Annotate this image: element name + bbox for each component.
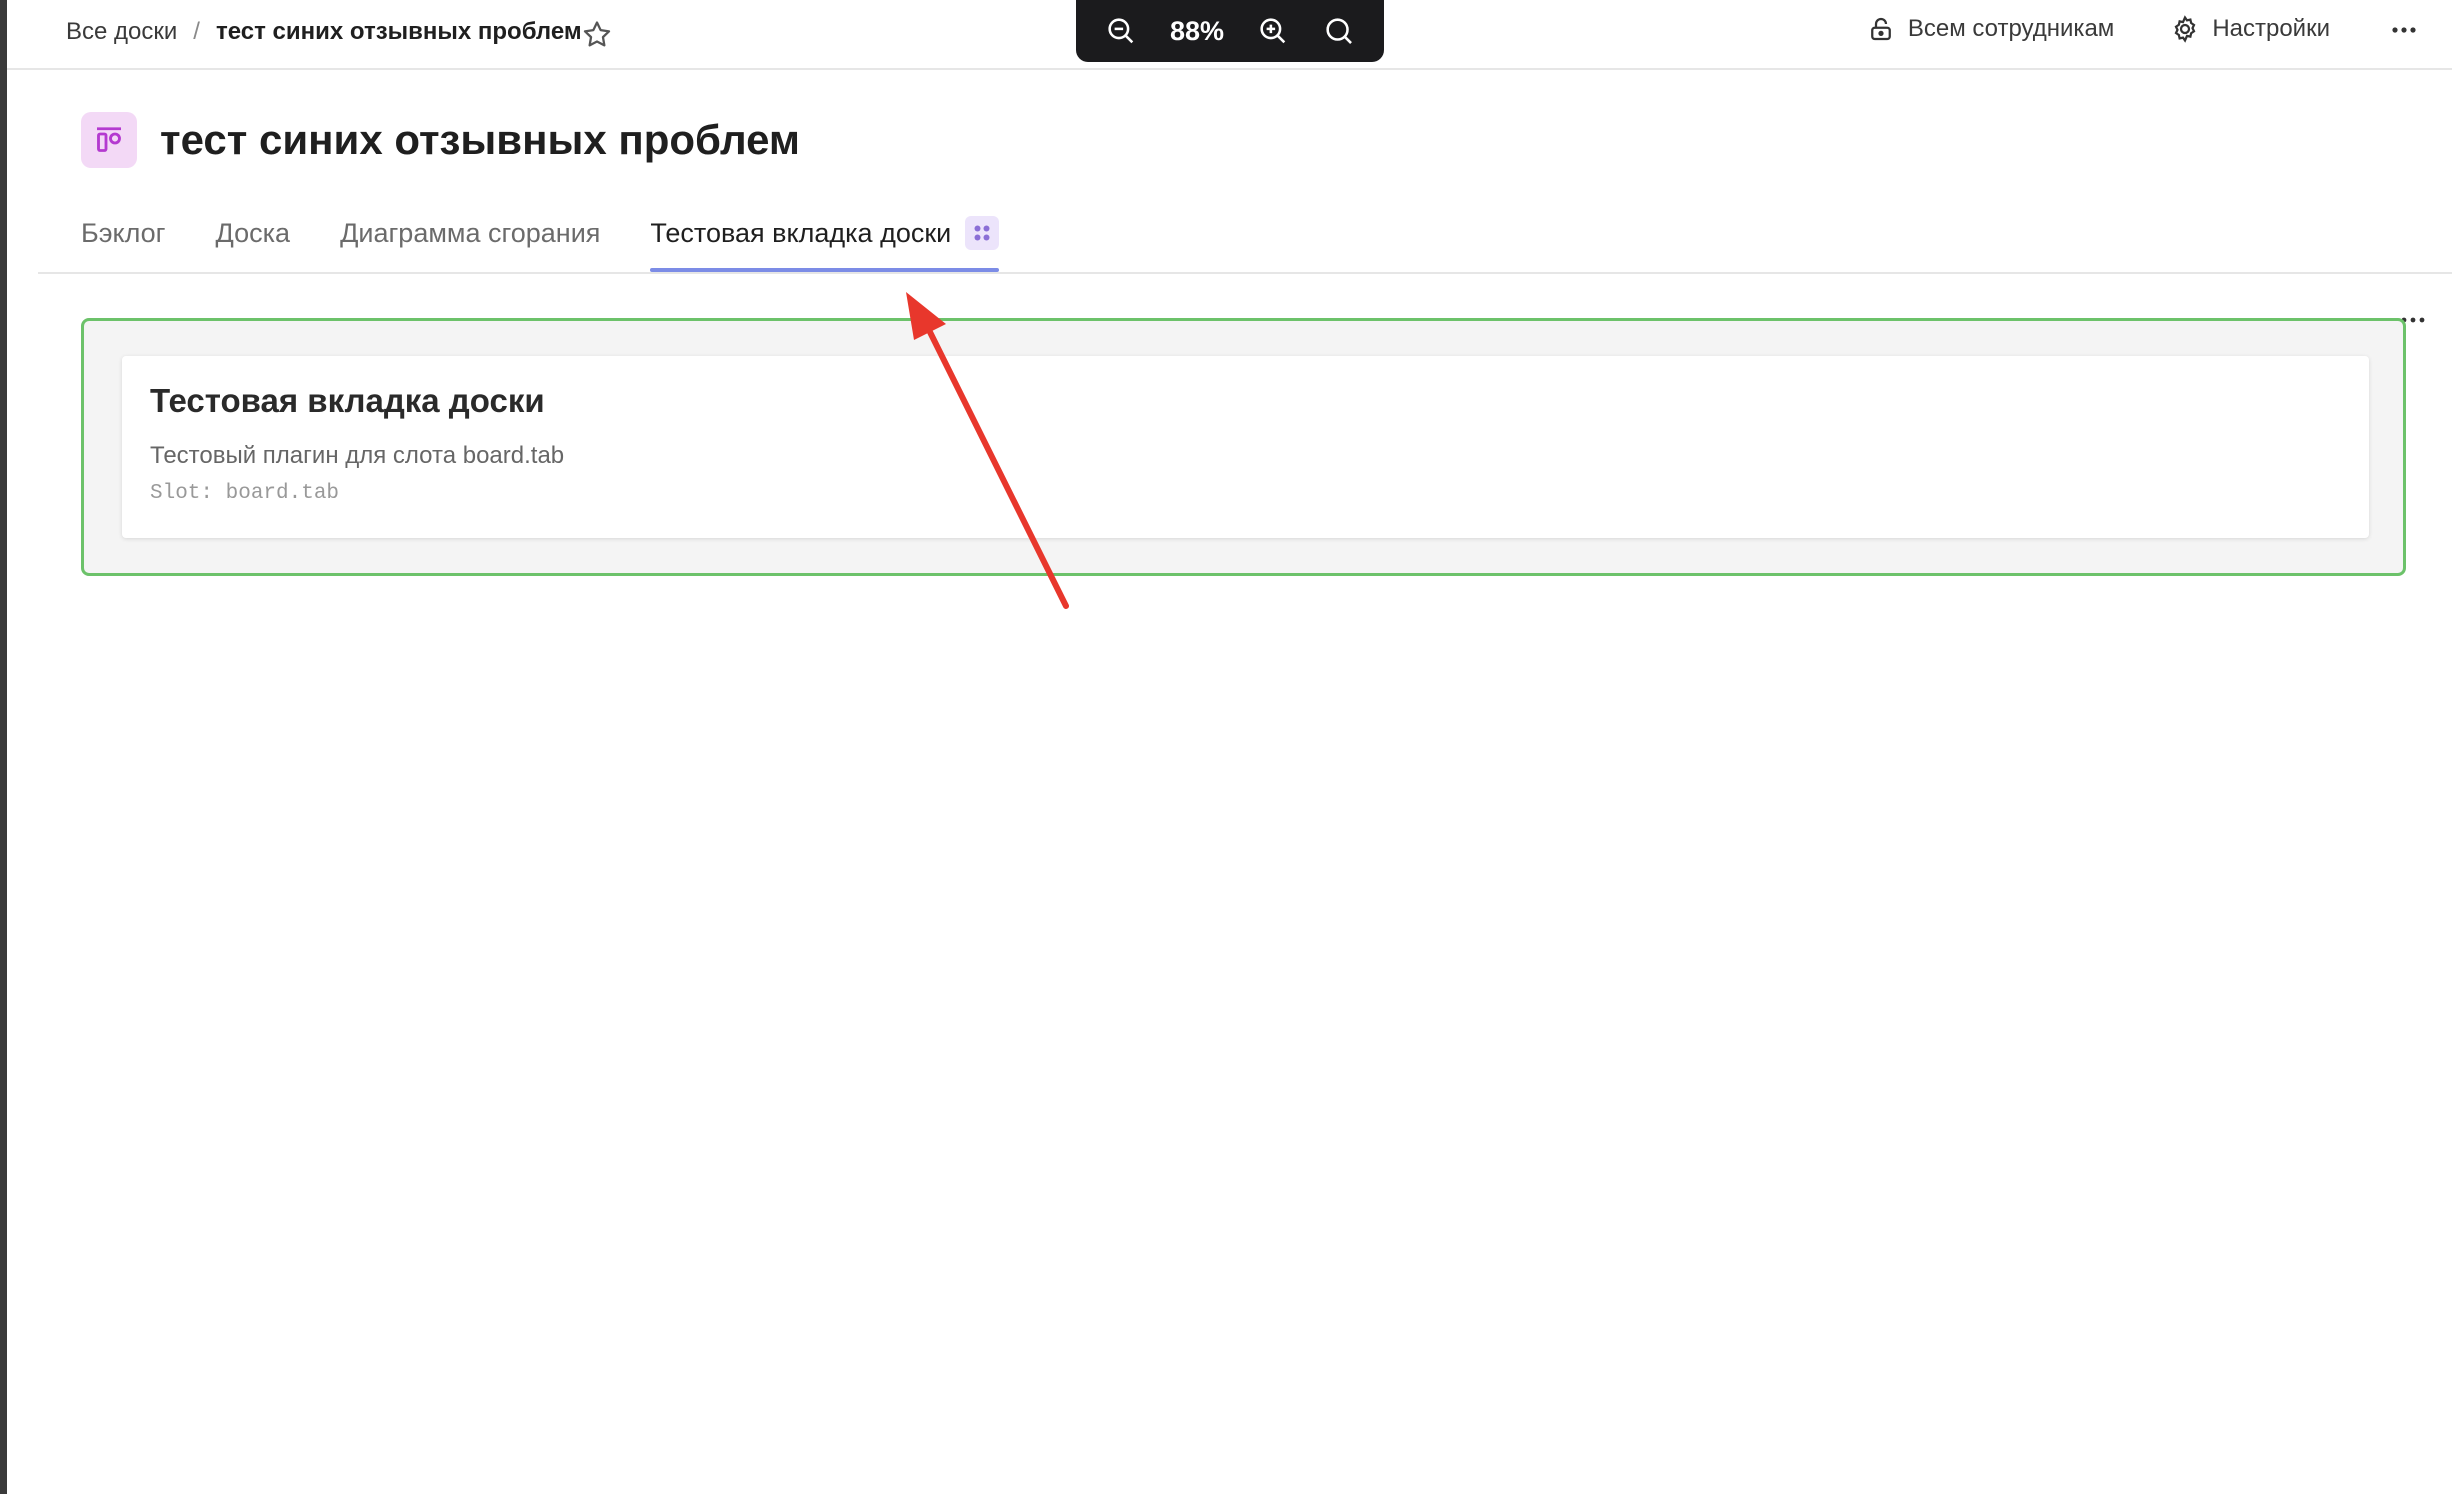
plugin-icon [974,225,990,241]
tab-burndown-chart[interactable]: Диаграмма сгорания [340,218,600,272]
board-icon [81,112,137,168]
tab-test-board-tab[interactable]: Тестовая вкладка доски [650,216,1000,272]
header-actions: Всем сотрудникам Настройки [1866,14,2422,44]
tabs-divider [38,272,2452,274]
zoom-level: 88% [1169,15,1225,46]
plugin-badge [965,216,1000,250]
plugin-title: Тестовая вкладка доски [150,382,545,419]
settings-label: Настройки [2212,15,2330,42]
tab-board[interactable]: Доска [216,218,291,272]
plugin-card: Тестовая вкладка доски Тестовый плагин д… [122,356,2369,538]
zoom-toolbar: 88% [1076,0,1384,62]
gear-icon [2174,15,2196,43]
board-tabs: Бэклог Доска Диаграмма сгорания Тестовая… [81,216,1049,272]
search-icon[interactable] [1322,14,1356,48]
plugin-frame: Тестовая вкладка доски Тестовый плагин д… [81,318,2406,576]
more-options-icon[interactable] [2386,14,2422,44]
breadcrumb: Все доски / тест синих отзывных проблем [66,18,582,46]
lock-icon [1871,17,1891,41]
access-button[interactable]: Всем сотрудникам [1866,14,2114,44]
zoom-out-icon[interactable] [1104,14,1138,48]
settings-button[interactable]: Настройки [2170,14,2330,44]
breadcrumb-current-board: тест синих отзывных проблем [215,18,582,45]
window-edge [0,0,7,1494]
tab-backlog[interactable]: Бэклог [81,218,166,272]
breadcrumb-all-boards[interactable]: Все доски [66,18,177,46]
tab-test-board-tab-label: Тестовая вкладка доски [650,218,952,248]
kanban-board-icon [97,127,121,152]
plugin-slot: Slot: board.tab [150,482,340,505]
access-label: Всем сотрудникам [1907,15,2115,42]
page-title: тест синих отзывных проблем [160,116,800,163]
breadcrumb-separator: / [193,18,200,45]
plugin-description: Тестовый плагин для слота board.tab [150,442,565,469]
star-icon[interactable] [580,18,614,52]
zoom-in-icon[interactable] [1256,14,1290,48]
